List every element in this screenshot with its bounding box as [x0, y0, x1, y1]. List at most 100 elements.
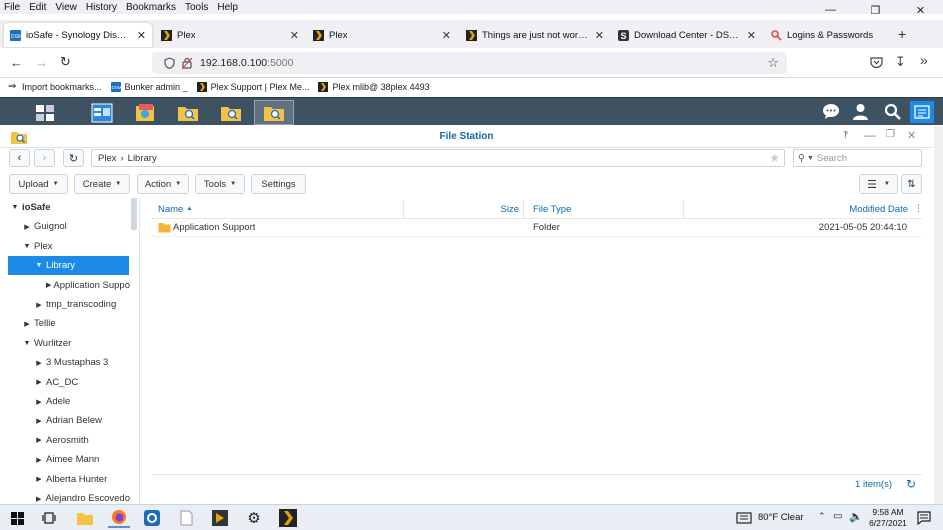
tab-download-center[interactable]: S Download Center - DS214 | Syn ✕ — [612, 23, 762, 47]
task-view-icon[interactable] — [42, 511, 56, 525]
forward-button[interactable]: › — [34, 149, 55, 167]
refresh-icon[interactable]: ↻ — [906, 477, 916, 491]
media-taskbar-button[interactable] — [209, 508, 231, 528]
caret-down-icon[interactable]: ▼ — [22, 340, 32, 347]
reload-icon[interactable]: ↻ — [60, 54, 71, 70]
chat-icon[interactable] — [822, 103, 840, 120]
file-explorer-taskbar-button[interactable] — [74, 508, 96, 528]
menu-help[interactable]: Help — [213, 2, 243, 13]
caret-right-icon[interactable]: ▶ — [34, 475, 44, 483]
clock-time[interactable]: 9:58 AM — [866, 507, 910, 517]
main-menu-button[interactable] — [25, 100, 65, 125]
restore-window-button[interactable]: ❐ — [853, 0, 898, 20]
bookmark-plex-support[interactable]: Plex Support | Plex Me... — [196, 82, 309, 92]
back-arrow-icon[interactable]: ← — [10, 55, 23, 70]
pocket-icon[interactable] — [870, 57, 883, 69]
new-tab-icon[interactable]: + — [898, 26, 906, 42]
favorite-star-icon[interactable]: ★ — [769, 151, 780, 165]
caret-right-icon[interactable]: ▶ — [22, 320, 32, 328]
menu-history[interactable]: History — [82, 2, 122, 13]
chevron-up-icon[interactable]: ⌃ — [818, 511, 826, 522]
close-tab-icon[interactable]: ✕ — [747, 29, 756, 42]
dsm-app-package-center[interactable] — [125, 100, 165, 125]
bookmark-bunker-admin[interactable]: DSM Bunker admin _ — [110, 82, 188, 92]
close-window-button[interactable]: ✕ — [898, 0, 943, 20]
tree-node[interactable]: ▶ AC_DC — [0, 373, 130, 392]
bookmark-plex-mlib[interactable]: Plex mlib@ 38plex 4493 — [318, 82, 430, 92]
table-row[interactable]: Application Support Folder 2021-05-05 20:4… — [152, 218, 922, 237]
caret-down-icon[interactable]: ▼ — [22, 243, 32, 250]
star-bookmark-icon[interactable]: ☆ — [767, 55, 779, 71]
clock-date[interactable]: 6/27/2021 — [864, 518, 912, 528]
tools-button[interactable]: Tools ▼ — [195, 174, 245, 194]
dsm-app-file-station-active[interactable] — [254, 100, 294, 125]
tree-node[interactable]: ▶ Aimee Mann — [0, 450, 130, 469]
column-header-modified[interactable]: Modified Date — [684, 200, 912, 218]
create-button[interactable]: Create ▼ — [74, 174, 130, 194]
close-icon[interactable]: ✕ — [907, 129, 916, 142]
tree-scrollbar[interactable] — [131, 198, 137, 230]
caret-right-icon[interactable]: ▶ — [34, 417, 44, 425]
plex-taskbar-button[interactable] — [277, 508, 299, 528]
widgets-button[interactable] — [910, 101, 934, 123]
caret-right-icon[interactable]: ▶ — [46, 281, 51, 289]
help-icon[interactable]: ‽ — [843, 130, 848, 141]
menu-file[interactable]: File — [0, 2, 25, 13]
tree-node[interactable]: ▶ Adrian Belew — [0, 411, 130, 430]
caret-right-icon[interactable]: ▶ — [34, 436, 44, 444]
back-button[interactable]: ‹ — [9, 149, 30, 167]
breadcrumb-segment[interactable]: Library — [128, 153, 157, 164]
column-header-type[interactable]: File Type — [524, 200, 684, 218]
forward-arrow-icon[interactable]: → — [35, 55, 48, 70]
app-taskbar-button[interactable] — [141, 508, 163, 528]
network-icon[interactable]: ▭ — [833, 511, 842, 522]
caret-right-icon[interactable]: ▶ — [22, 223, 32, 231]
tree-node[interactable]: ▶ Tellie — [0, 314, 130, 333]
tree-node[interactable]: ▶ 3 Mustaphas 3 — [0, 353, 130, 372]
close-tab-icon[interactable]: ✕ — [290, 29, 299, 42]
menu-edit[interactable]: Edit — [25, 2, 51, 13]
settings-button[interactable]: Settings — [251, 174, 306, 194]
volume-icon[interactable]: 🔈 — [849, 510, 863, 523]
tree-node[interactable]: ▶ Aerosmith — [0, 431, 130, 450]
url-bar[interactable]: 192.168.0.100:5000 ☆ — [152, 52, 787, 74]
caret-right-icon[interactable]: ▶ — [34, 456, 44, 464]
close-tab-icon[interactable]: ✕ — [595, 29, 604, 42]
tree-node[interactable]: ▶ Alejandro Escovedo — [0, 489, 130, 504]
menu-bookmarks[interactable]: Bookmarks — [122, 2, 181, 13]
minimize-window-button[interactable]: — — [808, 0, 853, 20]
user-icon[interactable] — [852, 103, 869, 120]
breadcrumb-segment[interactable]: Plex — [98, 153, 116, 164]
path-breadcrumb[interactable]: Plex › Library ★ — [91, 149, 785, 167]
tree-node[interactable]: ▼ Plex — [0, 237, 130, 256]
dsm-app-control-panel[interactable] — [82, 100, 122, 125]
page-scrollbar[interactable] — [934, 126, 943, 504]
settings-taskbar-button[interactable]: ⚙ — [243, 508, 265, 528]
close-tab-icon[interactable]: ✕ — [442, 29, 451, 42]
notepad-taskbar-button[interactable] — [175, 508, 197, 528]
close-tab-icon[interactable]: ✕ — [137, 29, 146, 42]
caret-right-icon[interactable]: ▶ — [34, 378, 44, 386]
notifications-icon[interactable] — [917, 511, 931, 525]
tree-node[interactable]: ▶ Alberta Hunter — [0, 470, 130, 489]
windows-start-icon[interactable] — [11, 512, 24, 525]
tab-logins[interactable]: Logins & Passwords — [765, 23, 895, 47]
overflow-menu-icon[interactable]: » — [920, 52, 928, 68]
minimize-icon[interactable]: — — [864, 128, 876, 142]
search-icon[interactable] — [884, 103, 901, 120]
view-mode-button[interactable]: ☰ ▼ — [859, 174, 898, 194]
tree-node[interactable]: ▶ Application Suppo — [0, 276, 130, 295]
refresh-button[interactable]: ↻ — [63, 149, 84, 167]
bookmark-import[interactable]: ⇒ Import bookmarks... — [8, 82, 102, 93]
weather-text[interactable]: 80°F Clear — [758, 512, 804, 523]
tree-node[interactable]: ▼ ioSafe — [0, 198, 130, 217]
column-header-size[interactable]: Size — [404, 200, 524, 218]
action-button[interactable]: Action ▼ — [137, 174, 189, 194]
menu-view[interactable]: View — [51, 2, 82, 13]
tab-plex-2[interactable]: Plex ✕ — [307, 23, 457, 47]
tree-node[interactable]: ▶ tmp_transcoding — [0, 295, 130, 314]
tree-node[interactable]: ▶ Guignol — [0, 217, 130, 236]
caret-right-icon[interactable]: ▶ — [34, 495, 44, 503]
tree-node[interactable]: ▼ Wurlitzer — [0, 334, 130, 353]
tab-plex-1[interactable]: Plex ✕ — [155, 23, 305, 47]
